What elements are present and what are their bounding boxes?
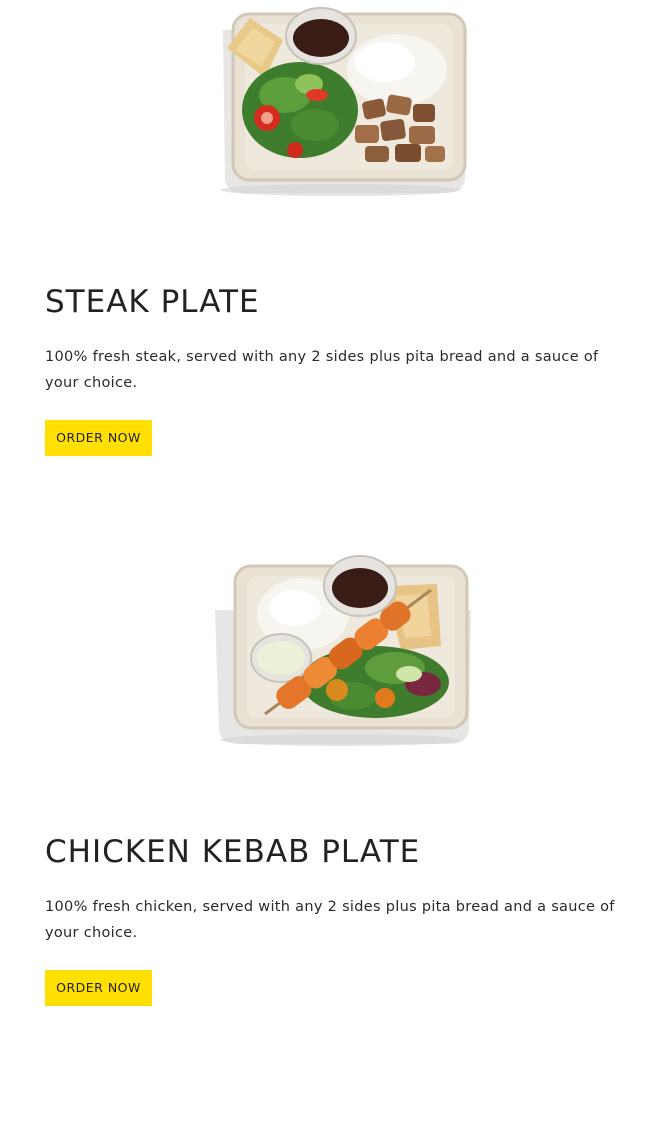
item-title: CHICKEN KEBAB PLATE: [45, 834, 421, 870]
steak-plate-image[interactable]: [205, 0, 475, 200]
item-description: 100% fresh chicken, served with any 2 si…: [45, 899, 615, 941]
order-now-button[interactable]: ORDER NOW: [45, 420, 152, 456]
item-description: 100% fresh steak, served with any 2 side…: [45, 349, 599, 391]
item-title: STEAK PLATE: [45, 284, 260, 320]
menu-item-steak-plate: STEAK PLATE 100% fresh steak, served wit…: [0, 0, 650, 550]
menu-item-chicken-kebab-plate: CHICKEN KEBAB PLATE 100% fresh chicken, …: [0, 550, 650, 1110]
chicken-kebab-plate-image[interactable]: [205, 550, 475, 750]
order-now-button[interactable]: ORDER NOW: [45, 970, 152, 1006]
